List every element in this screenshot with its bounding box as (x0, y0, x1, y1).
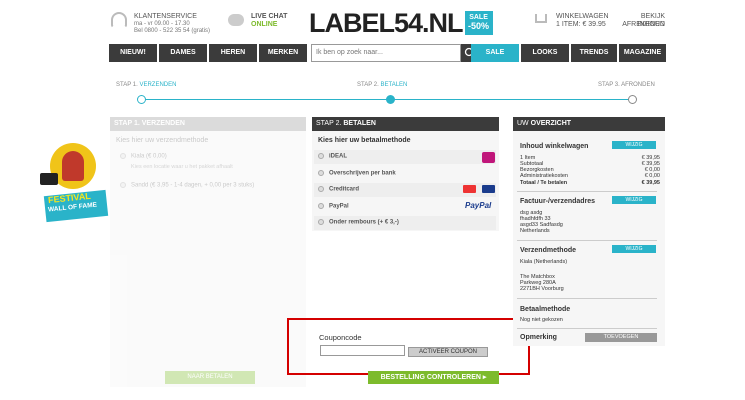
next-to-payment-button[interactable]: NAAR BETALEN (165, 371, 255, 384)
method-line: 2271BH Voorburg (520, 286, 564, 292)
shipping-header: STAP 1. VERZENDEN (110, 117, 306, 131)
main-nav: NIEUW! DAMES HEREN MERKEN Ik ben op zoek… (109, 44, 666, 62)
nav-magazine[interactable]: MAGAZINE (619, 44, 666, 62)
divider (517, 191, 657, 192)
shipping-method-title: Verzendmethode (520, 247, 577, 254)
progress-step-3: STAP 3. AFRONDEN (598, 82, 655, 88)
add-remark-button[interactable]: TOEVOEGEN (585, 333, 657, 342)
cart-title[interactable]: WINKELWAGEN (556, 13, 609, 21)
camera-icon (40, 173, 58, 185)
step-3-dot (628, 95, 637, 104)
cart-icon[interactable] (535, 14, 547, 23)
bank-radio[interactable] (318, 170, 324, 176)
site-header: KLANTENSERVICE ma - vr 09.00 - 17.30 Bel… (0, 0, 745, 44)
headset-icon (111, 12, 127, 28)
coupon-label: Couponcode (319, 333, 362, 342)
address-section-title: Factuur-/verzendadres (520, 198, 596, 205)
rembours-radio[interactable] (318, 219, 324, 225)
payment-header: STAP 2. BETALEN (312, 117, 499, 131)
ideal-radio[interactable] (318, 153, 324, 159)
search-input[interactable]: Ik ben op zoek naar... (311, 44, 461, 62)
paypal-label: PayPal (329, 203, 349, 210)
visa-icon (482, 185, 495, 193)
shipping-panel: STAP 1. VERZENDEN Kies hier uw verzendme… (110, 117, 306, 387)
divider (517, 240, 657, 241)
shipping-subtitle: Kies hier uw verzendmethode (116, 137, 209, 144)
nav-trends[interactable]: TRENDS (571, 44, 617, 62)
progress-step-1: STAP 1. VERZENDEN (116, 82, 177, 88)
sale-badge: SALE -50% (464, 11, 493, 35)
bank-label: Overschrijven per bank (329, 170, 396, 177)
cart-detail: 1 ITEM: € 39.95 (556, 21, 606, 28)
ideal-label: iDEAL (329, 153, 347, 160)
paypal-logo: PayPal (465, 201, 492, 210)
rembours-label: Onder rembours (+ € 3,-) (329, 219, 399, 226)
remark-title: Opmerking (520, 334, 557, 341)
service-hours: ma - vr 09.00 - 17.30 (134, 21, 190, 27)
step-2-dot (386, 95, 395, 104)
edit-cart-button[interactable]: WIJZIG (612, 141, 656, 149)
method-line: Kiala (Netherlands) (520, 259, 568, 265)
divider (517, 328, 657, 329)
payment-subtitle: Kies hier uw betaalmethode (318, 137, 411, 144)
shipping-option-sandd[interactable]: Sandd (€ 3,95 - 1-4 dagen, + 0,00 per 3 … (120, 182, 254, 189)
arrow-right-icon: ▸ (482, 374, 487, 381)
overview-row: Administratiekosten € 0,00 (520, 173, 660, 179)
nav-heren[interactable]: HEREN (209, 44, 257, 62)
creditcard-label: Creditcard (329, 186, 360, 193)
edit-address-button[interactable]: WIJZIG (612, 196, 656, 204)
nav-sale[interactable]: SALE (471, 44, 519, 62)
ideal-logo-icon (482, 152, 495, 163)
shipping-option-kiala[interactable]: Kiala (€ 0,00) (120, 153, 167, 160)
site-logo[interactable]: LABEL54.NL SALE -50% (309, 8, 493, 38)
chat-icon[interactable] (228, 14, 244, 26)
live-chat-link[interactable]: LIVE CHAT (251, 13, 287, 21)
activate-coupon-button[interactable]: ACTIVEER COUPON (408, 347, 488, 357)
nav-dames[interactable]: DAMES (159, 44, 207, 62)
creditcard-radio[interactable] (318, 186, 324, 192)
chat-status: ONLINE (251, 21, 278, 28)
payment-method-title: Betaalmethode (520, 306, 571, 313)
service-phone: Bel 0800 - 522 35 54 (gratis) (134, 28, 211, 34)
cart-section-title: Inhoud winkelwagen (520, 143, 589, 150)
service-title: KLANTENSERVICE (134, 13, 197, 20)
payment-method-value: Nog niet gekozen (520, 317, 563, 323)
divider (517, 298, 657, 299)
edit-shipping-button[interactable]: WIJZIG (612, 245, 656, 253)
review-order-button[interactable]: BESTELLING CONTROLEREN ▸ (368, 371, 499, 384)
logo-text: LABEL54.NL (309, 8, 464, 38)
nav-nieuw[interactable]: NIEUW! (109, 44, 157, 62)
overview-total-row: Totaal / Te betalen € 39,95 (520, 180, 660, 186)
mastercard-icon (463, 185, 476, 193)
shipping-option-note: Kies een locatie waar u het pakket afhaa… (131, 164, 233, 170)
checkout-link[interactable]: AFREKENEN (619, 21, 665, 29)
address-line: Netherlands (520, 228, 550, 234)
overview-header: UW OVERZICHT (513, 117, 665, 131)
step-1-check-icon (137, 95, 146, 104)
coupon-input[interactable] (320, 345, 405, 356)
paypal-radio[interactable] (318, 203, 324, 209)
nav-merken[interactable]: MERKEN (259, 44, 307, 62)
nav-looks[interactable]: LOOKS (521, 44, 569, 62)
festival-badge[interactable]: FESTIVAL WALL OF FAME (40, 143, 112, 225)
progress-step-2: STAP 2. BETALEN (357, 82, 408, 88)
